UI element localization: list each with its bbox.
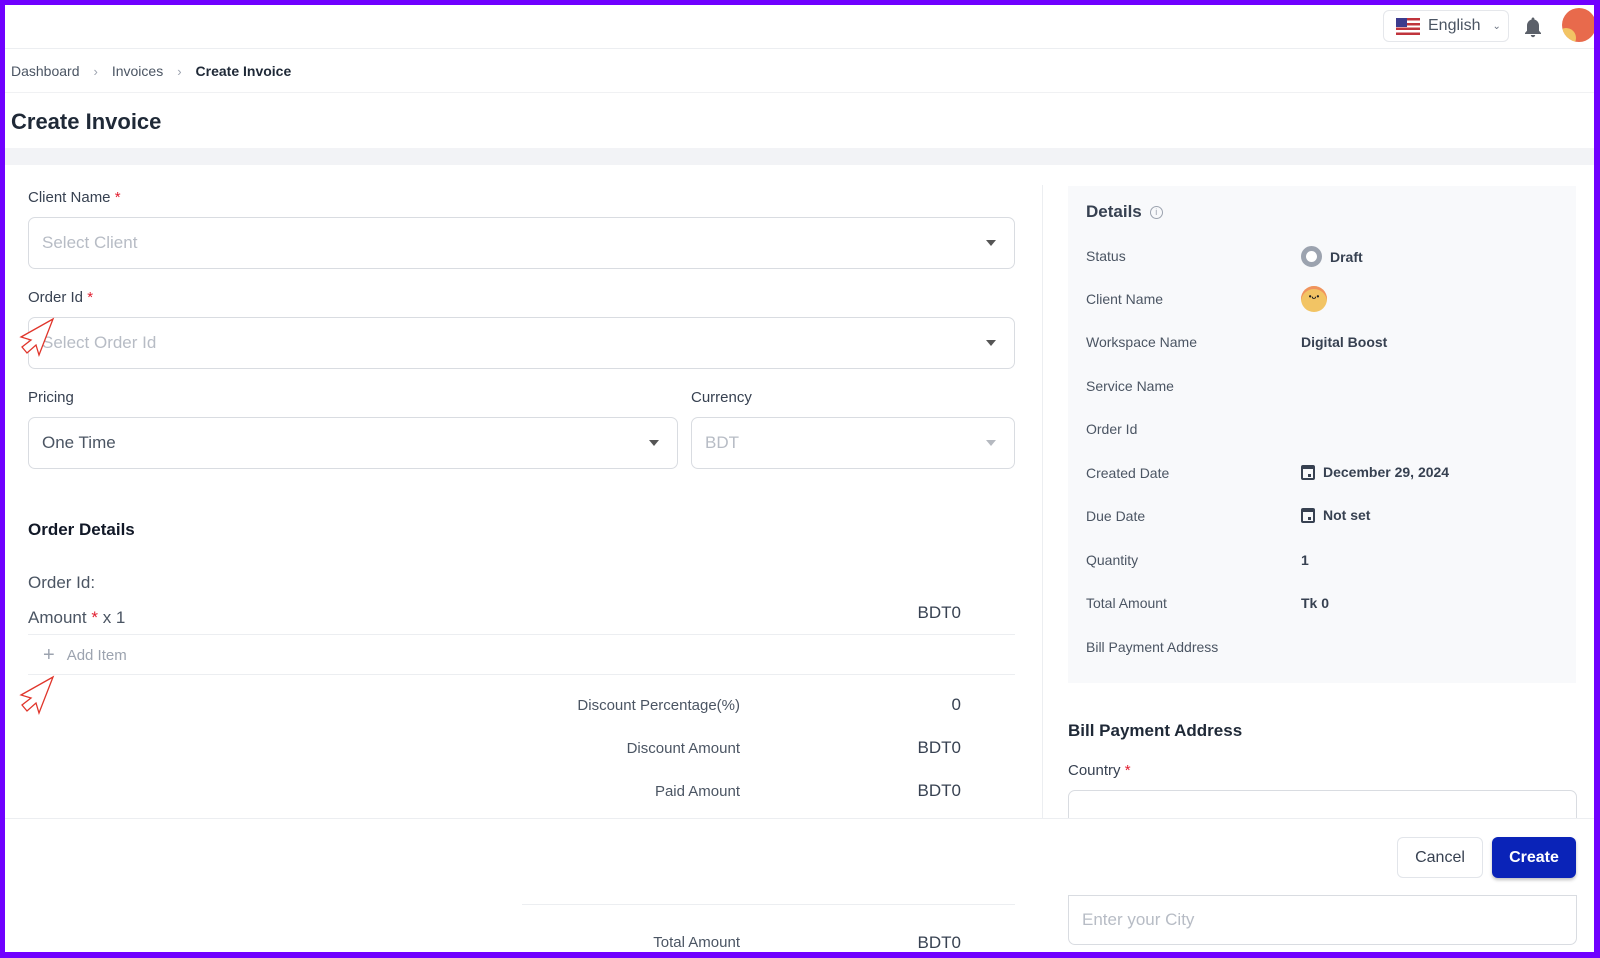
required-marker: * <box>1124 762 1131 779</box>
amount-quantity: x 1 <box>102 608 126 627</box>
bill-payment-address-detail-label: Bill Payment Address <box>1086 639 1219 655</box>
info-icon[interactable]: i <box>1149 205 1163 219</box>
client-name-label-text: Client Name <box>28 189 111 206</box>
order-details-title: Order Details <box>28 520 135 539</box>
caret-down-icon <box>649 440 659 446</box>
user-avatar[interactable] <box>1562 8 1594 42</box>
country-label-text: Country <box>1068 762 1121 779</box>
status-draft-icon <box>1301 246 1322 267</box>
required-marker: * <box>87 289 94 306</box>
pricing-value: One Time <box>42 433 116 452</box>
divider <box>522 904 1015 905</box>
add-item-button[interactable]: + Add Item <box>43 645 127 665</box>
currency-label: Currency <box>691 389 752 406</box>
discount-amount-value: BDT0 <box>917 738 961 757</box>
created-date-value: December 29, 2024 <box>1301 464 1449 480</box>
create-button[interactable]: Create <box>1492 837 1576 878</box>
form-footer <box>5 818 1594 895</box>
city-placeholder: Enter your City <box>1082 910 1195 929</box>
details-title-text: Details <box>1086 202 1142 221</box>
client-name-detail-value <box>1301 286 1327 312</box>
calendar-icon <box>1301 464 1315 480</box>
city-input[interactable]: Enter your City <box>1068 895 1577 945</box>
due-date-label: Due Date <box>1086 508 1146 524</box>
breadcrumb-invoices[interactable]: Invoices <box>112 63 163 79</box>
required-marker: * <box>114 189 121 206</box>
workspace-name-label: Workspace Name <box>1086 334 1198 350</box>
chevron-right-icon: › <box>93 63 98 79</box>
breadcrumb-dashboard[interactable]: Dashboard <box>11 63 80 79</box>
discount-amount-label: Discount Amount <box>626 740 740 757</box>
language-label: English <box>1428 17 1481 34</box>
required-marker: * <box>91 608 98 627</box>
amount-line: Amount * x 1 <box>28 608 125 628</box>
workspace-name-value: Digital Boost <box>1301 334 1388 350</box>
section-separator <box>5 148 1594 165</box>
paid-amount-value: BDT0 <box>917 781 961 800</box>
order-id-select[interactable]: Select Order Id <box>28 317 1015 369</box>
quantity-label: Quantity <box>1086 552 1139 568</box>
amount-value: BDT0 <box>917 603 961 622</box>
client-select-placeholder: Select Client <box>42 233 138 252</box>
currency-select[interactable]: BDT <box>691 417 1015 469</box>
cancel-button[interactable]: Cancel <box>1397 837 1483 878</box>
chevron-right-icon: › <box>177 63 182 79</box>
status-value: Draft <box>1301 246 1363 267</box>
created-date-text: December 29, 2024 <box>1323 464 1450 480</box>
calendar-icon <box>1301 507 1315 523</box>
page-title: Create Invoice <box>11 109 162 134</box>
caret-down-icon <box>986 340 996 346</box>
details-title: Details i <box>1086 202 1163 222</box>
breadcrumb-current: Create Invoice <box>195 63 292 79</box>
caret-down-icon <box>986 240 996 246</box>
order-id-detail-label: Order Id <box>1086 421 1138 437</box>
divider <box>28 634 1015 635</box>
created-date-label: Created Date <box>1086 465 1170 481</box>
divider <box>5 92 1594 93</box>
status-label: Status <box>1086 248 1126 264</box>
paid-amount-label: Paid Amount <box>654 783 740 800</box>
pricing-select[interactable]: One Time <box>28 417 678 469</box>
discount-percentage-label: Discount Percentage(%) <box>577 697 740 714</box>
total-amount-detail-label: Total Amount <box>1086 595 1167 611</box>
status-text: Draft <box>1330 248 1363 265</box>
order-id-line: Order Id: <box>28 573 96 592</box>
client-name-label: Client Name * <box>28 189 121 206</box>
us-flag-icon <box>1396 17 1420 35</box>
column-divider <box>1042 185 1043 825</box>
due-date-value: Not set <box>1301 507 1370 523</box>
country-label: Country * <box>1068 762 1131 779</box>
order-id-label: Order Id * <box>28 289 93 306</box>
cursor-annotation-icon <box>19 675 55 715</box>
client-avatar <box>1301 286 1327 312</box>
pricing-label: Pricing <box>28 389 74 406</box>
total-amount-detail-value: Tk 0 <box>1301 595 1330 611</box>
add-item-label: Add Item <box>66 646 127 664</box>
order-id-select-placeholder: Select Order Id <box>42 333 157 352</box>
bill-payment-address-title: Bill Payment Address <box>1068 721 1243 740</box>
currency-value: BDT <box>705 433 739 452</box>
breadcrumb: Dashboard › Invoices › Create Invoice <box>11 63 291 79</box>
caret-down-icon <box>986 440 996 446</box>
due-date-text: Not set <box>1323 507 1371 523</box>
plus-icon: + <box>43 644 55 666</box>
app-window: English ⌄ Dashboard › Invoices › Create … <box>5 5 1594 952</box>
top-bar: English ⌄ <box>5 5 1594 49</box>
language-selector[interactable]: English ⌄ <box>1383 10 1509 42</box>
client-select[interactable]: Select Client <box>28 217 1015 269</box>
total-amount-value: BDT0 <box>917 933 961 952</box>
service-name-label: Service Name <box>1086 378 1174 394</box>
bell-icon[interactable] <box>1523 16 1543 38</box>
order-id-label-text: Order Id <box>28 289 84 306</box>
discount-percentage-value[interactable]: 0 <box>841 695 961 715</box>
quantity-value: 1 <box>1301 552 1309 568</box>
total-amount-label: Total Amount <box>653 934 740 951</box>
divider <box>28 674 1015 675</box>
client-name-detail-label: Client Name <box>1086 291 1164 307</box>
chevron-down-icon: ⌄ <box>1492 20 1501 32</box>
amount-label: Amount <box>28 608 87 627</box>
